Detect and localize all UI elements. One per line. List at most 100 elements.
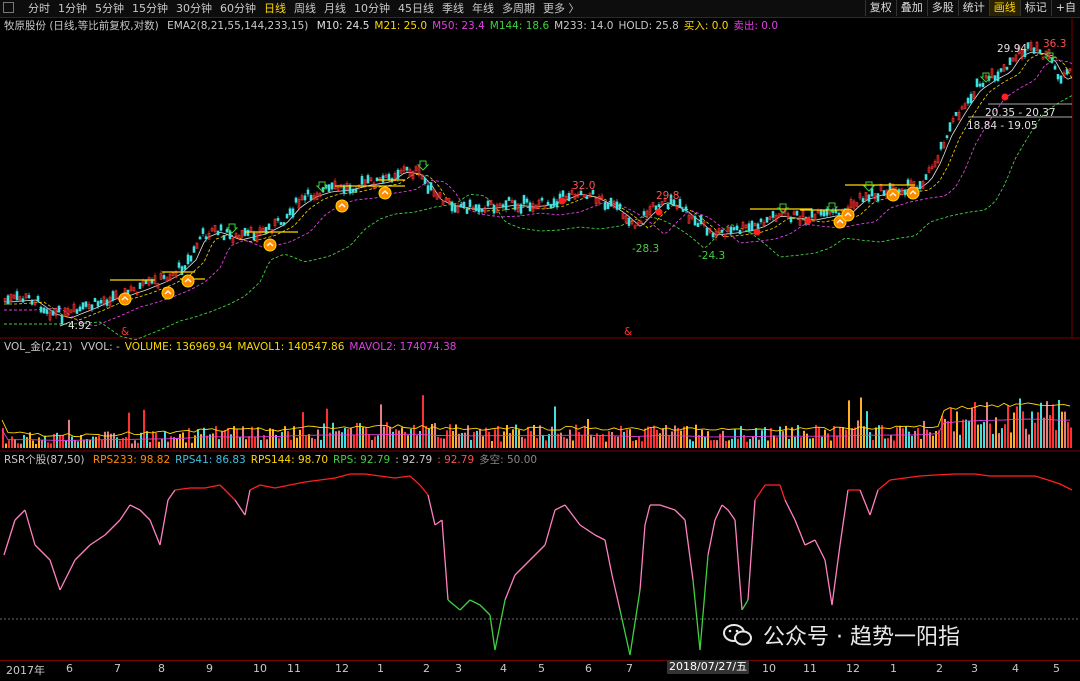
price-annotation-0: 29.94 — [997, 43, 1028, 55]
axis-label-14: 7 — [626, 662, 633, 675]
ema-value-1: M21: 25.0 — [374, 20, 428, 32]
volume-bar — [878, 425, 880, 448]
candle — [78, 306, 82, 312]
candle — [861, 198, 865, 203]
volume-bar — [965, 419, 967, 448]
volume-bar — [272, 429, 274, 448]
rsr-line — [204, 484, 221, 489]
candle — [705, 227, 709, 236]
volume-bar — [521, 436, 523, 448]
watermark: 公众号 · 趋势一阳指 — [723, 619, 960, 651]
rsr-line — [699, 554, 709, 651]
volume-bar — [344, 427, 346, 448]
volume-bar — [602, 434, 604, 448]
rsr-value-1: RPS41: 86.83 — [175, 454, 246, 466]
volume-bar — [74, 440, 76, 448]
volume-bar — [899, 425, 901, 448]
rsr-line — [1047, 479, 1061, 485]
candle — [945, 135, 949, 138]
volume-bar — [857, 420, 859, 448]
candle — [975, 78, 979, 87]
volume-bar — [809, 438, 811, 448]
rsr-line — [544, 509, 556, 546]
volume-bar — [662, 428, 664, 448]
candle — [450, 201, 454, 212]
candle — [252, 232, 256, 241]
buy-signal-icon — [118, 292, 132, 306]
volume-bar — [62, 435, 64, 448]
candle — [966, 97, 970, 104]
rsr-line — [259, 484, 276, 489]
volume-bar — [941, 415, 943, 448]
volume-bar — [893, 440, 895, 448]
rsr-line — [514, 559, 531, 576]
candle — [606, 202, 610, 210]
candle — [1038, 49, 1042, 54]
volume-bar — [614, 436, 616, 448]
candle — [138, 282, 142, 289]
volume-bar — [689, 439, 691, 448]
rsr-line — [974, 473, 991, 477]
candle — [561, 190, 565, 197]
volume-bar — [395, 429, 397, 448]
volume-bar — [503, 431, 505, 448]
rsr-title[interactable]: RSR个股(87,50) — [4, 454, 85, 466]
rsr-line — [49, 559, 61, 591]
candle — [507, 197, 511, 201]
kline-chart[interactable] — [0, 0, 1080, 680]
candle — [57, 305, 61, 313]
volume-bar — [137, 442, 139, 448]
candle — [567, 193, 571, 202]
volume-bar — [260, 439, 262, 448]
time-axis: 2017年 6 7 8 9 10 11 12 1 2 3 4 5 6 7 10 11 12 1 2 3 4 5 — [0, 660, 1080, 681]
volume-bar — [482, 436, 484, 448]
volume-bar — [572, 440, 574, 448]
volume-bar — [680, 430, 682, 448]
volume-bar — [197, 429, 199, 448]
volume-bar — [554, 406, 556, 448]
rsr-line — [529, 544, 546, 561]
candle — [603, 202, 607, 210]
candle — [918, 181, 922, 190]
candle — [36, 296, 40, 302]
volume-bar — [599, 435, 601, 448]
volume-bar — [476, 430, 478, 448]
candle — [21, 298, 25, 303]
signal-dot — [1001, 93, 1009, 101]
volume-bar — [512, 429, 514, 448]
candle — [771, 211, 775, 218]
volume-bar — [23, 434, 25, 448]
axis-label-16: 10 — [762, 662, 776, 675]
volume-bar — [761, 430, 763, 448]
rsr-line — [89, 534, 106, 546]
volume-bar — [95, 436, 97, 448]
rsr-value-4: : 92.79 — [395, 454, 433, 466]
volume-bar — [152, 431, 154, 448]
volume-bar — [731, 438, 733, 448]
axis-label-12: 5 — [538, 662, 545, 675]
volume-bar — [254, 437, 256, 448]
volume-bar — [461, 432, 463, 448]
volume-bar — [1004, 424, 1006, 448]
watermark-text: 公众号 · 趋势一阳指 — [763, 625, 960, 650]
rsr-line — [554, 504, 566, 511]
volume-bar — [143, 409, 145, 448]
volume-bar — [353, 434, 355, 448]
volume-bar — [83, 439, 85, 448]
volume-bar — [290, 439, 292, 448]
volume-bar — [293, 426, 295, 448]
volume-bar — [737, 438, 739, 448]
volume-bar — [950, 407, 952, 448]
rsr-line — [59, 559, 76, 591]
volume-bar — [839, 426, 841, 448]
candle — [246, 230, 250, 236]
volume-title[interactable]: VOL_金(2,21) — [4, 341, 72, 353]
signal-dot — [655, 208, 663, 216]
volume-bar — [158, 441, 160, 448]
candle — [465, 208, 469, 214]
rsr-line — [1059, 483, 1073, 491]
candle — [789, 217, 793, 223]
indicator-name[interactable]: EMA2(8,21,55,144,233,15) — [167, 20, 308, 32]
axis-label-22: 4 — [1012, 662, 1019, 675]
rsr-line — [74, 544, 91, 561]
